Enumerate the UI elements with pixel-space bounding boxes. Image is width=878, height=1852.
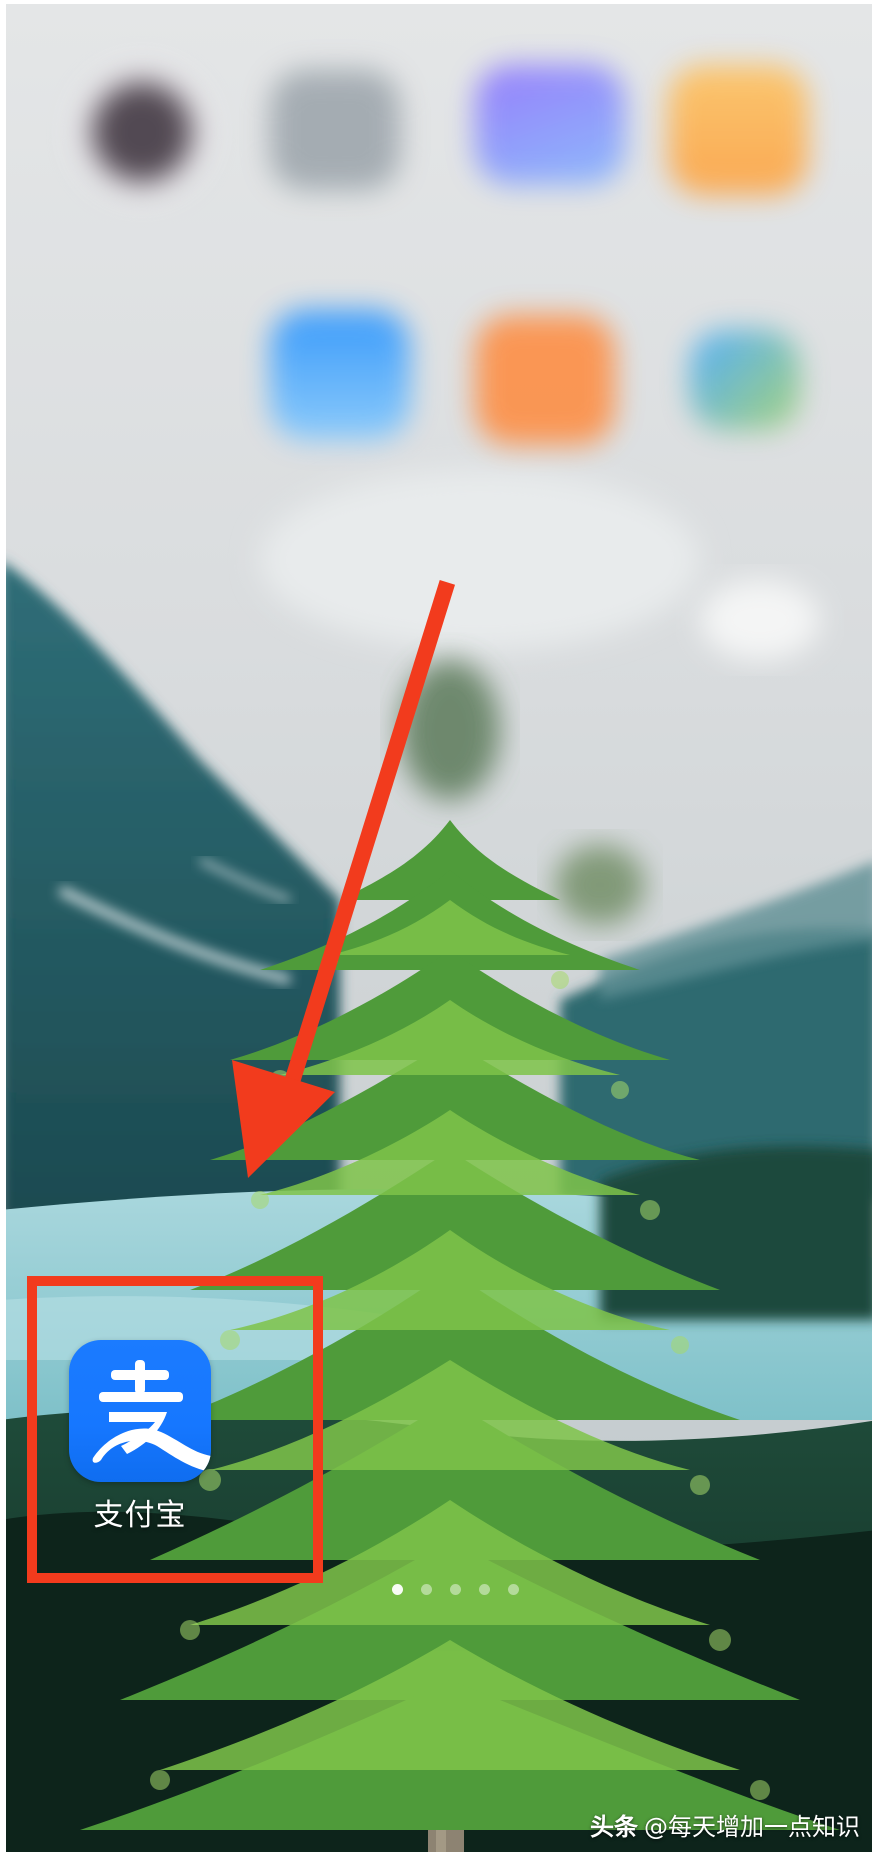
watermark: 头条 @每天增加一点知识 (590, 1807, 860, 1842)
page-dot[interactable] (508, 1584, 519, 1595)
watermark-brand: 头条 (590, 1813, 638, 1841)
watermark-text: @每天增加一点知识 (644, 1813, 860, 1841)
page-dot[interactable] (392, 1584, 403, 1595)
page-indicator (392, 1584, 519, 1598)
page-dot[interactable] (421, 1584, 432, 1595)
page-dot[interactable] (450, 1584, 461, 1595)
alipay-icon (92, 1360, 211, 1472)
app-label-alipay: 支付宝 (93, 1498, 187, 1533)
notes-icon[interactable] (668, 65, 808, 195)
home-screen: 支付宝 头条 @每天增加一点知识 (0, 0, 878, 1852)
gallery-icon[interactable] (475, 65, 625, 185)
camera-icon[interactable] (92, 82, 192, 182)
alipay-app-icon[interactable] (69, 1340, 211, 1482)
blurred-app-grid (0, 0, 878, 560)
app-store-icon[interactable] (475, 315, 615, 445)
settings-icon[interactable] (270, 70, 400, 190)
weather-icon[interactable] (270, 310, 410, 440)
page-dot[interactable] (479, 1584, 490, 1595)
play-store-icon[interactable] (690, 330, 800, 430)
